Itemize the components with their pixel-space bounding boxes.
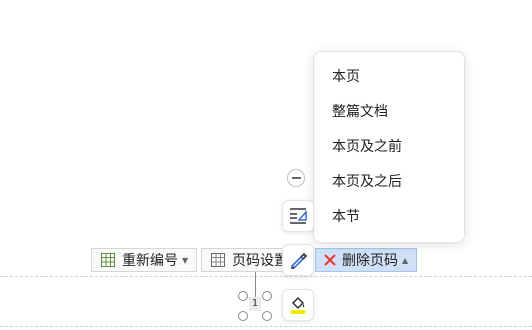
page-break-line-top	[0, 276, 532, 277]
resize-handle-bottom-left[interactable]	[238, 311, 248, 321]
chevron-down-icon[interactable]: ▼	[182, 256, 188, 265]
fill-bucket-icon	[291, 296, 305, 314]
resize-handle-top-left[interactable]	[238, 291, 248, 301]
menu-item-this-section[interactable]: 本节	[332, 207, 360, 227]
minus-icon	[291, 177, 301, 179]
delete-scope-menu: 本页 整篇文档 本页及之前 本页及之后 本节	[313, 51, 465, 243]
renumber-icon	[101, 253, 115, 267]
close-x-icon	[324, 254, 336, 266]
renumber-label: 重新编号	[122, 253, 178, 269]
pen-icon	[290, 252, 308, 270]
align-lines-icon	[290, 208, 307, 224]
renumber-button[interactable]: 重新编号 ▼	[91, 248, 197, 272]
menu-item-this-page[interactable]: 本页	[332, 67, 360, 87]
menu-item-this-page-and-after[interactable]: 本页及之后	[332, 172, 402, 192]
page-number-field[interactable]: 1	[249, 297, 261, 311]
anchor-connector	[255, 272, 256, 298]
page-break-line-bottom	[0, 326, 532, 327]
page-setup-icon	[211, 253, 225, 267]
chevron-up-icon[interactable]: ▲	[402, 256, 408, 265]
page-setup-label: 页码设置	[232, 253, 288, 269]
resize-handle-bottom-right[interactable]	[262, 311, 272, 321]
delete-page-number-label: 删除页码	[342, 253, 398, 269]
delete-page-number-button[interactable]: 删除页码 ▲	[315, 248, 417, 272]
format-painter-button[interactable]	[282, 244, 314, 276]
menu-item-this-page-and-before[interactable]: 本页及之前	[332, 137, 402, 157]
page-setup-button[interactable]: 页码设置	[201, 248, 291, 272]
fill-color-button[interactable]	[282, 289, 314, 321]
menu-item-whole-document[interactable]: 整篇文档	[332, 102, 388, 122]
collapse-button[interactable]	[287, 169, 305, 187]
resize-handle-top-right[interactable]	[262, 291, 272, 301]
layout-options-button[interactable]	[282, 200, 314, 232]
